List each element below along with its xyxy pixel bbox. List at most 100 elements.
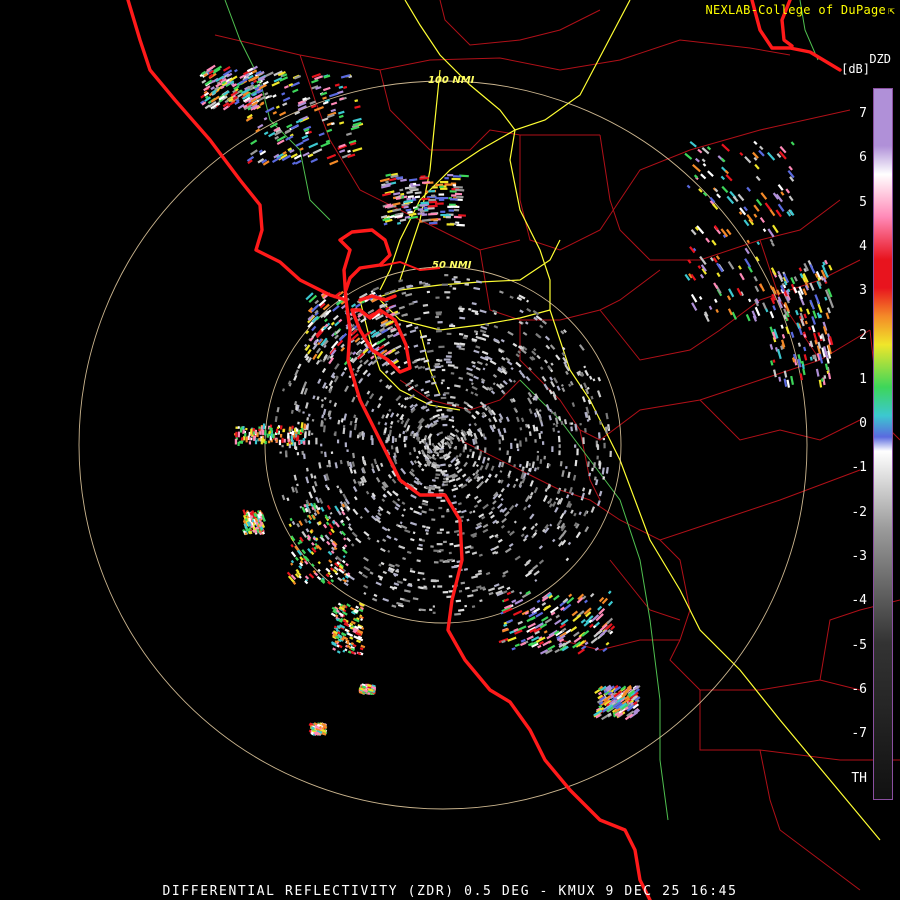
- echo-gate: [755, 175, 761, 182]
- echo-gate: [547, 365, 553, 371]
- echo-gate: [426, 526, 431, 530]
- echo-gate: [296, 523, 301, 528]
- echo-gate: [450, 395, 456, 399]
- echo-gate: [318, 132, 325, 137]
- echo-gate: [322, 523, 328, 529]
- echo-gate: [754, 163, 760, 170]
- echo-gate: [533, 486, 539, 494]
- echo-gate: [505, 357, 511, 362]
- echo-gate: [347, 650, 352, 654]
- echo-gate: [525, 460, 529, 469]
- echo-gate: [584, 427, 587, 433]
- echo-gate: [422, 303, 429, 307]
- echo-gate: [433, 393, 441, 397]
- echo-gate: [824, 296, 828, 301]
- echo-gate: [369, 571, 374, 575]
- echo-gate: [522, 537, 528, 542]
- echo-gate: [545, 344, 551, 350]
- echo-gate: [821, 264, 826, 270]
- legend-tick: -6: [851, 681, 867, 697]
- echo-gate: [253, 84, 258, 89]
- echo-gate: [583, 510, 588, 517]
- echo-gate: [295, 404, 299, 408]
- echo-gate: [563, 419, 568, 425]
- echo-gate: [783, 378, 788, 387]
- nexlab-credit-link[interactable]: NEXLAB-College of DuPage ⇱: [705, 3, 895, 17]
- echo-gate: [498, 461, 502, 468]
- echo-gate: [387, 528, 391, 532]
- echo-gate: [357, 652, 362, 656]
- echo-gate: [260, 513, 265, 518]
- echo-gate: [461, 532, 465, 535]
- echo-gate: [432, 413, 440, 419]
- echo-gate: [424, 425, 428, 429]
- echo-gate: [250, 81, 255, 85]
- echo-gate: [350, 620, 356, 625]
- echo-gate: [257, 123, 264, 129]
- echo-gate: [470, 382, 474, 386]
- echo-gate: [413, 403, 418, 408]
- echo-gate: [264, 71, 274, 78]
- echo-gate: [475, 572, 483, 577]
- echo-gate: [342, 577, 346, 581]
- echo-gate: [382, 570, 388, 575]
- echo-gate: [488, 473, 492, 478]
- echo-gate: [753, 140, 758, 146]
- echo-gate: [489, 359, 497, 366]
- echo-gate: [427, 490, 434, 495]
- echo-gate: [281, 494, 286, 501]
- echo-gate: [283, 85, 289, 89]
- echo-gate: [334, 334, 339, 340]
- echo-gate: [336, 644, 340, 648]
- echo-gate: [512, 609, 523, 617]
- echo-gate: [760, 192, 768, 200]
- echo-gate: [524, 497, 529, 503]
- echo-gate: [394, 212, 401, 217]
- echo-gate: [295, 141, 304, 147]
- echo-gate: [488, 591, 494, 596]
- echo-gate: [351, 531, 358, 538]
- echo-gate: [404, 429, 408, 433]
- echo-gate: [776, 348, 782, 360]
- echo-gate: [571, 402, 576, 408]
- echo-gate: [274, 416, 278, 423]
- echo-gate: [808, 326, 812, 331]
- legend-tick: 7: [859, 106, 867, 121]
- echo-gate: [333, 376, 339, 383]
- echo-gate: [353, 414, 357, 419]
- echo-gate: [817, 276, 821, 281]
- echo-gate: [274, 135, 280, 140]
- echo-gate: [478, 553, 483, 557]
- echo-gate: [390, 174, 399, 179]
- echo-gate: [395, 176, 404, 180]
- echo-gate: [342, 649, 346, 653]
- echo-gate: [604, 426, 608, 434]
- legend-tick: -4: [851, 593, 867, 609]
- echo-gate: [492, 424, 497, 430]
- echo-gate: [497, 493, 502, 499]
- echo-gate: [581, 396, 586, 403]
- echo-gate: [479, 451, 483, 457]
- echo-gate: [363, 566, 371, 572]
- echo-gate: [340, 343, 345, 349]
- echo-gate: [490, 514, 495, 519]
- echo-gate: [295, 568, 300, 573]
- echo-gate: [785, 326, 790, 335]
- echo-gate: [304, 402, 309, 409]
- echo-gate: [275, 105, 280, 109]
- echo-gate: [330, 563, 334, 567]
- echo-gate: [544, 617, 553, 624]
- echo-gate: [258, 530, 262, 534]
- echo-gate: [383, 222, 388, 226]
- echo-gate: [416, 559, 421, 563]
- echo-gate: [210, 86, 215, 91]
- echo-gate: [526, 307, 532, 313]
- echo-gate: [479, 586, 486, 590]
- echo-gate: [351, 396, 356, 403]
- echo-gate: [408, 187, 417, 191]
- legend-tick: -7: [851, 726, 867, 742]
- echo-gate: [428, 212, 438, 216]
- echo-gate: [485, 571, 491, 576]
- echo-gate: [736, 287, 743, 296]
- echo-gate: [745, 313, 751, 322]
